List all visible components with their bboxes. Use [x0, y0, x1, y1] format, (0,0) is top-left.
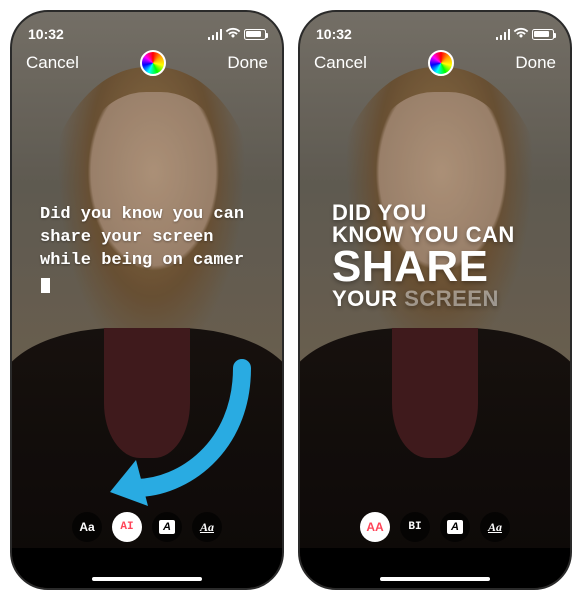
- color-picker-button[interactable]: [428, 50, 454, 76]
- font-option-classic[interactable]: Aa: [72, 512, 102, 542]
- font-option-strong[interactable]: A: [152, 512, 182, 542]
- font-option-modern[interactable]: AA: [360, 512, 390, 542]
- status-time: 10:32: [28, 26, 64, 42]
- cancel-button[interactable]: Cancel: [26, 53, 79, 73]
- cellular-icon: [208, 29, 223, 40]
- story-text-input[interactable]: DID YOU KNOW YOU CAN SHARE YOUR SCREEN: [332, 202, 515, 310]
- font-option-neon[interactable]: Aa: [480, 512, 510, 542]
- wifi-icon: [225, 26, 241, 42]
- story-text-line: YOUR SCREEN: [332, 288, 515, 310]
- phone-right: 10:32 Cancel Done DID YOU KNOW YOU CAN S…: [298, 10, 572, 590]
- color-picker-button[interactable]: [140, 50, 166, 76]
- status-time: 10:32: [316, 26, 352, 42]
- home-indicator: [380, 577, 490, 581]
- phone-left: 10:32 Cancel Done Did you know you can s…: [10, 10, 284, 590]
- status-bar: 10:32: [12, 12, 282, 48]
- status-right: [496, 26, 555, 42]
- done-button[interactable]: Done: [227, 53, 268, 73]
- cancel-button[interactable]: Cancel: [314, 53, 367, 73]
- bottom-bar: [12, 548, 282, 588]
- story-text-input[interactable]: Did you know you can share your screen w…: [40, 204, 250, 296]
- story-text-line: DID YOU: [332, 202, 515, 224]
- battery-icon: [244, 29, 266, 40]
- home-indicator: [92, 577, 202, 581]
- cellular-icon: [496, 29, 511, 40]
- battery-icon: [532, 29, 554, 40]
- text-cursor: [41, 278, 50, 293]
- bottom-bar: [300, 548, 570, 588]
- font-style-bar: AA BI A Aa: [360, 512, 510, 542]
- editor-topbar: Cancel Done: [300, 50, 570, 76]
- story-text-content: Did you know you can share your screen w…: [40, 205, 244, 270]
- done-button[interactable]: Done: [515, 53, 556, 73]
- font-option-typewriter[interactable]: BI: [400, 512, 430, 542]
- story-text-line: SHARE: [332, 245, 515, 288]
- wifi-icon: [513, 26, 529, 42]
- font-style-bar: Aa AI A Aa: [72, 512, 222, 542]
- editor-topbar: Cancel Done: [12, 50, 282, 76]
- status-right: [208, 26, 267, 42]
- font-option-typewriter[interactable]: AI: [112, 512, 142, 542]
- font-option-neon[interactable]: Aa: [192, 512, 222, 542]
- font-option-strong[interactable]: A: [440, 512, 470, 542]
- status-bar: 10:32: [300, 12, 570, 48]
- dim-overlay: [12, 12, 282, 588]
